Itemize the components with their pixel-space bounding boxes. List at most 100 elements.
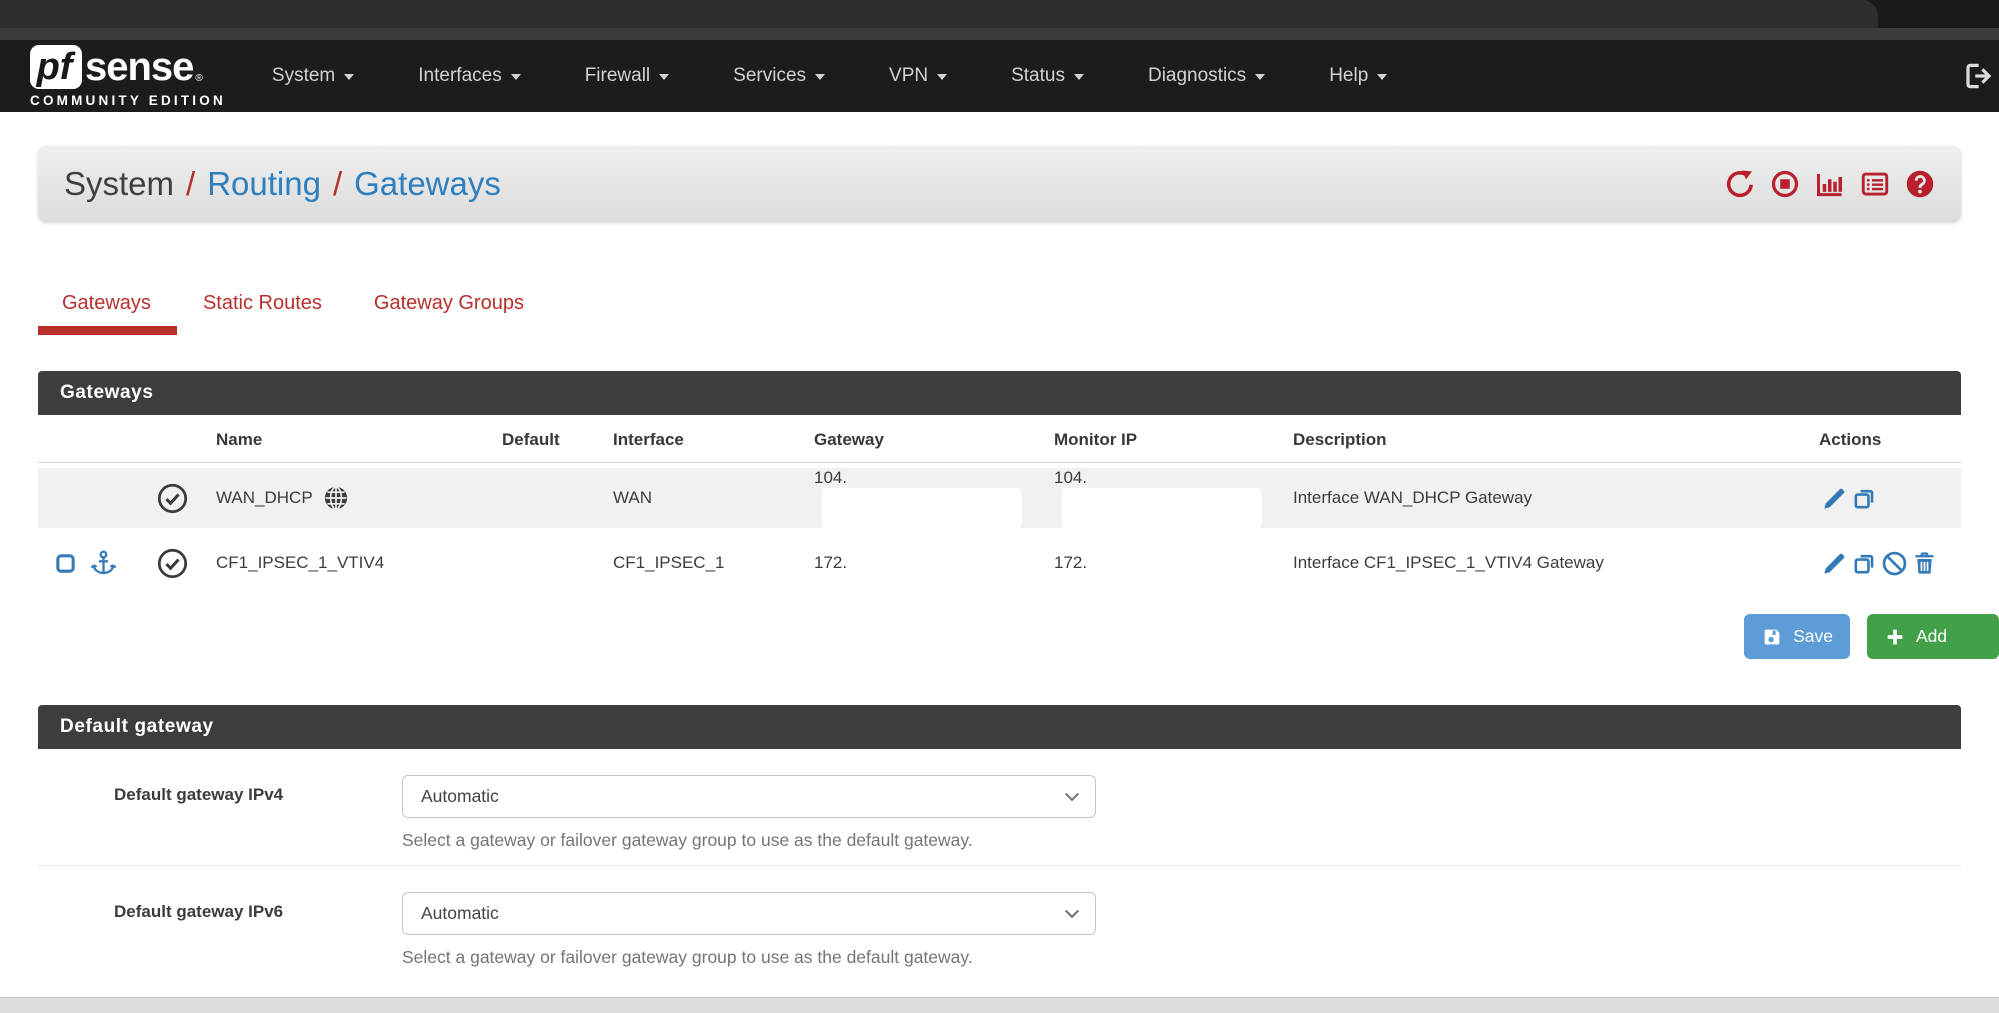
gateway-address: 172. <box>814 553 847 572</box>
breadcrumb-action-icons <box>1725 169 1935 199</box>
nav-item-help[interactable]: Help <box>1329 65 1387 87</box>
breadcrumb-section: System <box>64 165 174 203</box>
form-row-ipv6: Default gateway IPv6 Automatic Select a … <box>38 865 1961 982</box>
col-gateway: Gateway <box>814 415 1054 463</box>
chevron-down-icon <box>344 74 354 80</box>
pfsense-logo-text: sense <box>85 45 193 90</box>
col-description: Description <box>1293 415 1819 463</box>
bar-chart-icon[interactable] <box>1815 169 1845 199</box>
page-content: System / Routing / Gateways Gateways Sta… <box>0 146 1999 982</box>
pfsense-logo-mark: pf <box>30 45 82 89</box>
copy-icon[interactable] <box>1851 550 1878 577</box>
redaction-box <box>822 488 1022 528</box>
monitor-ip: 172. <box>1054 553 1087 572</box>
nav-item-status[interactable]: Status <box>1011 65 1084 87</box>
anchor-icon <box>89 549 118 578</box>
chevron-down-icon <box>1255 74 1265 80</box>
logo-subtitle: COMMUNITY EDITION <box>30 93 226 108</box>
col-interface: Interface <box>613 415 814 463</box>
chevron-down-icon <box>1065 787 1079 801</box>
nav-label: Firewall <box>585 65 650 87</box>
gateways-panel-title: Gateways <box>38 371 1961 415</box>
nav-label: Diagnostics <box>1148 65 1246 87</box>
gateway-address: 104. <box>814 468 847 487</box>
form-row-ipv4: Default gateway IPv4 Automatic Select a … <box>38 749 1961 865</box>
redaction-box <box>1062 488 1262 528</box>
table-header-row: Name Default Interface Gateway Monitor I… <box>38 415 1961 463</box>
nav-item-interfaces[interactable]: Interfaces <box>418 65 520 87</box>
nav-item-services[interactable]: Services <box>733 65 825 87</box>
chevron-down-icon <box>937 74 947 80</box>
breadcrumb-link-gateways[interactable]: Gateways <box>354 165 501 203</box>
default-gateway-panel: Default gateway Default gateway IPv4 Aut… <box>38 705 1961 982</box>
copy-icon[interactable] <box>1851 485 1878 512</box>
nav-label: VPN <box>889 65 928 87</box>
default-gateway-ipv6-label: Default gateway IPv6 <box>38 892 402 968</box>
edit-icon[interactable] <box>1821 550 1848 577</box>
registered-mark: ® <box>195 73 202 84</box>
monitor-ip: 104. <box>1054 468 1087 487</box>
add-button-label: Add <box>1916 626 1947 647</box>
square-icon <box>54 552 77 575</box>
tab-gateways[interactable]: Gateways <box>38 278 177 335</box>
edit-icon[interactable] <box>1821 485 1848 512</box>
disable-icon[interactable] <box>1881 550 1908 577</box>
gateway-row-wan-dhcp: WAN_DHCP WAN 104. 104. Interface WAN_DHC… <box>38 468 1961 528</box>
gateway-default <box>502 468 613 528</box>
tab-static-routes[interactable]: Static Routes <box>177 278 348 335</box>
gateway-row-cf1-ipsec: CF1_IPSEC_1_VTIV4 CF1_IPSEC_1 172. 172. … <box>38 533 1961 593</box>
nav-item-diagnostics[interactable]: Diagnostics <box>1148 65 1265 87</box>
gateway-description: Interface WAN_DHCP Gateway <box>1293 468 1819 528</box>
check-circle-icon <box>156 547 189 580</box>
check-circle-icon <box>156 482 189 515</box>
help-circle-icon[interactable] <box>1905 169 1935 199</box>
chevron-down-icon <box>511 74 521 80</box>
nav-item-system[interactable]: System <box>272 65 354 87</box>
delete-icon[interactable] <box>1911 550 1938 577</box>
col-monitor-ip: Monitor IP <box>1054 415 1293 463</box>
col-status <box>148 415 216 463</box>
top-navbar: pf sense ® COMMUNITY EDITION System Inte… <box>0 40 1999 112</box>
chevron-down-icon <box>815 74 825 80</box>
refresh-icon[interactable] <box>1725 169 1755 199</box>
breadcrumb-link-routing[interactable]: Routing <box>207 165 321 203</box>
field-help-text: Select a gateway or failover gateway gro… <box>402 947 1096 968</box>
page-bottom-strip <box>0 997 1999 1013</box>
nav-label: Status <box>1011 65 1065 87</box>
save-button[interactable]: Save <box>1744 614 1850 659</box>
gateway-description: Interface CF1_IPSEC_1_VTIV4 Gateway <box>1293 533 1819 593</box>
default-gateway-ipv4-label: Default gateway IPv4 <box>38 775 402 851</box>
default-gateway-panel-title: Default gateway <box>38 705 1961 749</box>
breadcrumb-separator: / <box>186 165 195 203</box>
chevron-down-icon <box>659 74 669 80</box>
gateways-table: Name Default Interface Gateway Monitor I… <box>38 410 1961 598</box>
chevron-down-icon <box>1065 904 1079 918</box>
stop-circle-icon[interactable] <box>1770 169 1800 199</box>
nav-item-firewall[interactable]: Firewall <box>585 65 669 87</box>
nav-label: Help <box>1329 65 1368 87</box>
breadcrumb-separator: / <box>333 165 342 203</box>
log-list-icon[interactable] <box>1860 169 1890 199</box>
col-drag <box>38 415 148 463</box>
default-gateway-ipv4-select[interactable]: Automatic <box>402 775 1096 818</box>
browser-chrome <box>0 0 1999 28</box>
nav-item-vpn[interactable]: VPN <box>889 65 947 87</box>
nav-label: Interfaces <box>418 65 501 87</box>
breadcrumb: System / Routing / Gateways <box>38 146 1961 222</box>
pfsense-logo[interactable]: pf sense ® COMMUNITY EDITION <box>30 45 226 108</box>
default-gateway-ipv6-select[interactable]: Automatic <box>402 892 1096 935</box>
chevron-down-icon <box>1377 74 1387 80</box>
gateway-default <box>502 533 613 593</box>
tab-gateway-groups[interactable]: Gateway Groups <box>348 278 550 335</box>
table-actions: Save Add <box>38 614 1999 659</box>
gateway-interface: CF1_IPSEC_1 <box>613 533 814 593</box>
save-icon <box>1761 626 1783 648</box>
globe-icon <box>322 484 350 512</box>
page-title: System / Routing / Gateways <box>64 165 501 203</box>
col-actions: Actions <box>1819 415 1961 463</box>
add-button[interactable]: Add <box>1867 614 1999 659</box>
save-button-label: Save <box>1793 626 1833 647</box>
selected-value: Automatic <box>421 903 499 924</box>
sign-out-icon[interactable] <box>1963 61 1993 91</box>
browser-toolbar-strip <box>0 28 1999 40</box>
